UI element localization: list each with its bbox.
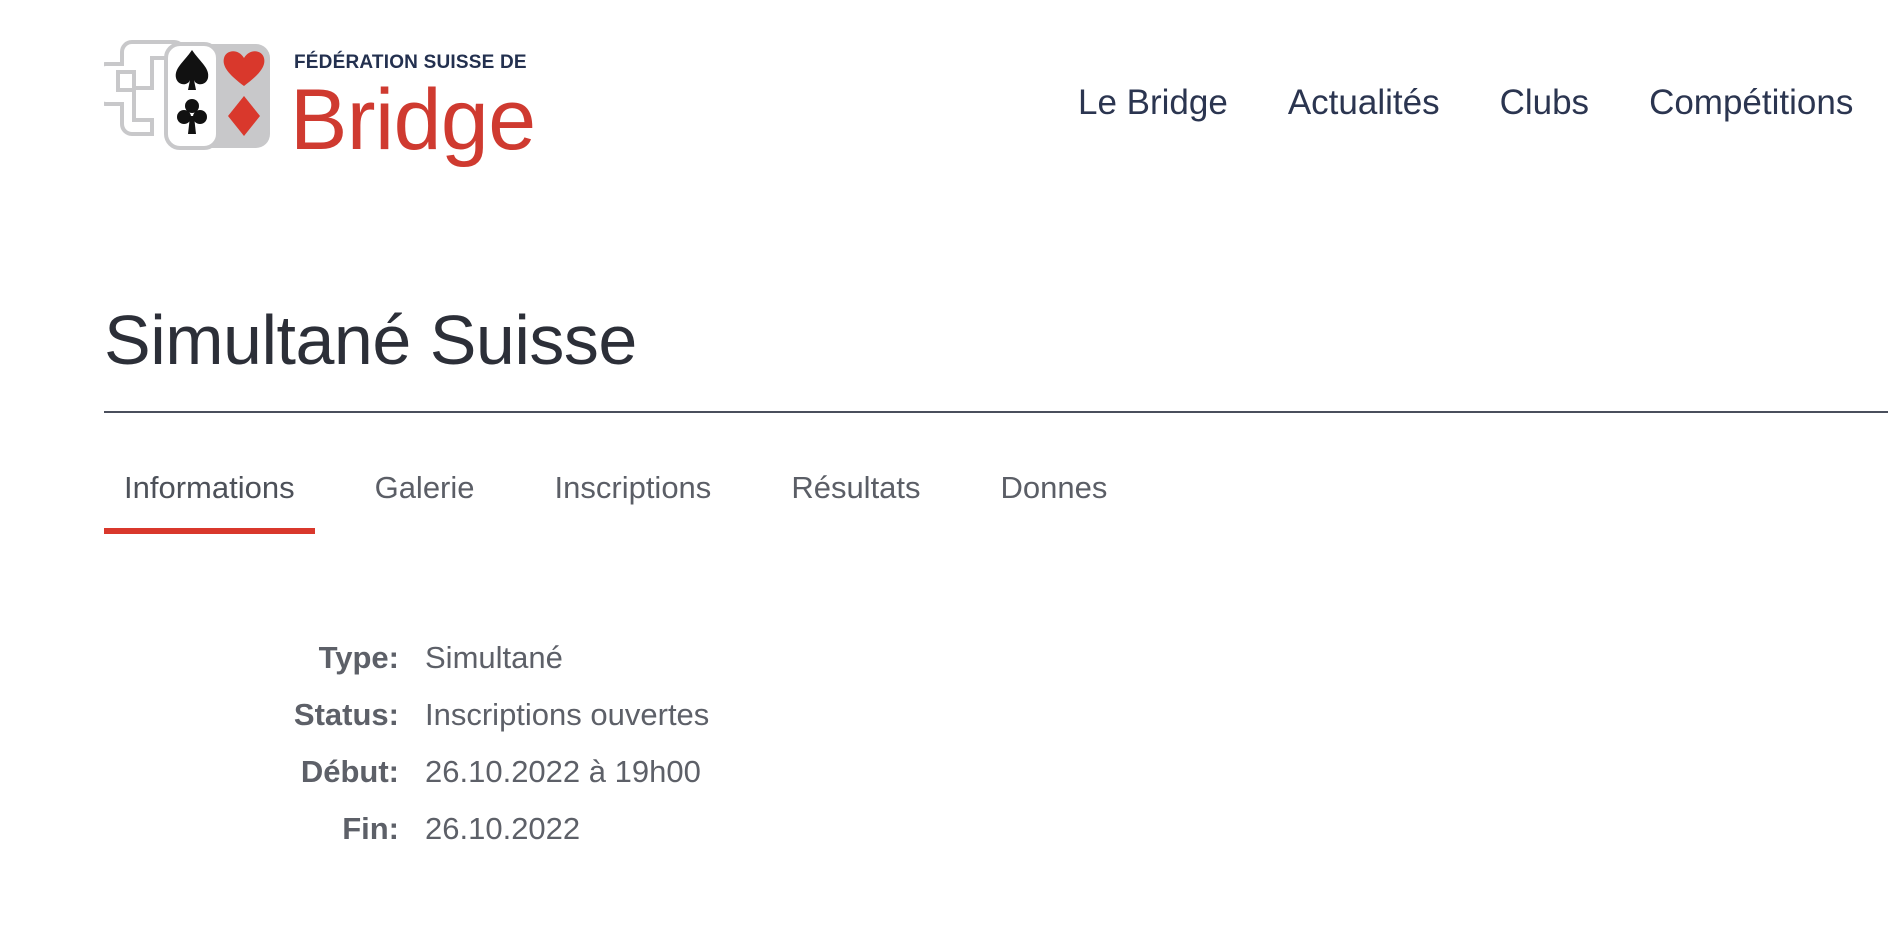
site-header: FÉDÉRATION SUISSE DE Bridge Le Bridge Ac…	[0, 0, 1888, 170]
info-row-debut: Début: 26.10.2022 à 19h00	[220, 754, 1120, 811]
nav-item-clubs[interactable]: Clubs	[1500, 83, 1589, 123]
logo-title: Bridge	[290, 72, 536, 168]
nav-item-actualites[interactable]: Actualités	[1288, 83, 1440, 123]
page: FÉDÉRATION SUISSE DE Bridge Le Bridge Ac…	[0, 0, 1888, 942]
main-nav: Le Bridge Actualités Clubs Compétitions	[1078, 78, 1853, 128]
info-label: Fin:	[342, 811, 399, 846]
site-logo-link[interactable]: FÉDÉRATION SUISSE DE Bridge	[104, 40, 544, 168]
info-value: Inscriptions ouvertes	[425, 697, 710, 732]
tab-informations[interactable]: Informations	[104, 462, 315, 534]
event-tabs: Informations Galerie Inscriptions Résult…	[104, 462, 1167, 534]
nav-item-le-bridge[interactable]: Le Bridge	[1078, 83, 1228, 123]
tab-inscriptions[interactable]: Inscriptions	[535, 462, 732, 532]
info-label: Début:	[300, 754, 399, 789]
tab-resultats[interactable]: Résultats	[771, 462, 940, 532]
info-value: 26.10.2022	[425, 811, 581, 846]
info-label: Status:	[293, 697, 399, 732]
info-row-status: Status: Inscriptions ouvertes	[220, 697, 1120, 754]
nav-item-competitions[interactable]: Compétitions	[1649, 83, 1853, 123]
info-label: Type:	[318, 640, 399, 675]
page-title: Simultané Suisse	[104, 301, 637, 379]
title-divider	[104, 411, 1888, 413]
info-value: 26.10.2022 à 19h00	[425, 754, 701, 789]
info-value: Simultané	[425, 640, 563, 675]
fsb-card-suits-logo-icon	[104, 40, 270, 150]
tab-donnes[interactable]: Donnes	[981, 462, 1128, 532]
info-row-type: Type: Simultané	[220, 640, 1120, 697]
info-row-fin: Fin: 26.10.2022	[220, 811, 1120, 868]
tab-galerie[interactable]: Galerie	[355, 462, 495, 532]
event-info-list: Type: Simultané Status: Inscriptions ouv…	[220, 640, 1120, 868]
